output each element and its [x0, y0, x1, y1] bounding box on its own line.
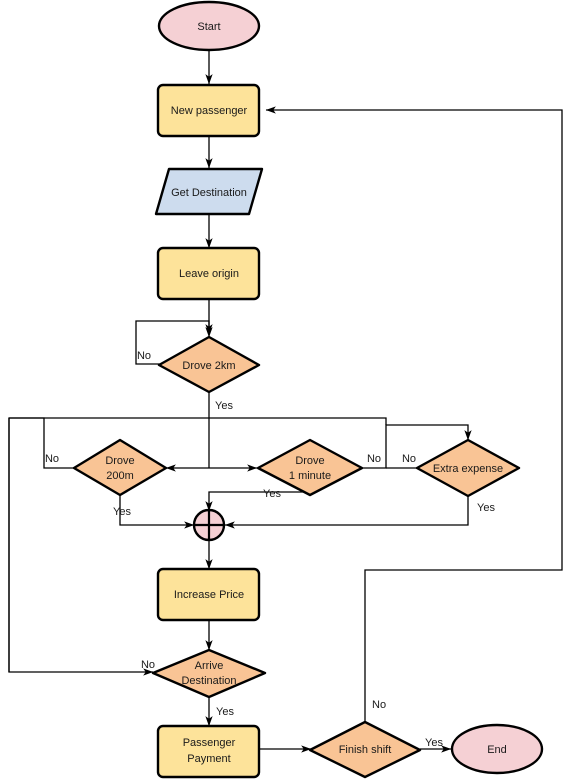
node-merge-junction[interactable] [192, 508, 226, 542]
new-passenger-label: New passenger [171, 105, 248, 117]
passenger-payment-shape [156, 724, 261, 779]
arrive-destination-label-line1: Arrive [195, 660, 224, 672]
leave-origin-label: Leave origin [179, 268, 239, 280]
edge-upper-bus [44, 417, 387, 425]
label-drove-200m-yes: Yes [113, 506, 131, 518]
get-destination-label: Get Destination [171, 187, 247, 199]
node-new-passenger[interactable]: New passenger [156, 83, 261, 138]
drove-2km-label: Drove 2km [182, 360, 235, 372]
label-arrive-destination-yes: Yes [216, 706, 234, 718]
node-get-destination[interactable]: Get Destination [154, 167, 264, 216]
passenger-payment-label-line1: Passenger [183, 737, 236, 749]
label-arrive-destination-no: No [141, 659, 155, 671]
label-extra-expense-yes: Yes [477, 502, 495, 514]
node-arrive-destination[interactable]: Arrive Destination [151, 648, 267, 699]
node-drove-1-minute[interactable]: Drove 1 minute [256, 438, 364, 497]
node-end[interactable]: End [450, 723, 544, 775]
finish-shift-label: Finish shift [339, 744, 392, 756]
extra-expense-label: Extra expense [433, 463, 503, 475]
connectors [8, 50, 563, 753]
node-passenger-payment[interactable]: Passenger Payment [156, 724, 261, 779]
start-label: Start [197, 21, 220, 33]
node-finish-shift[interactable]: Finish shift [308, 720, 422, 779]
flowchart-svg: Start New passenger Get Destination Leav… [8, 0, 563, 779]
drove-200m-label-line1: Drove [105, 455, 134, 467]
edge-finish-shift-no-to-new-passenger [265, 106, 563, 722]
arrive-destination-shape [151, 648, 267, 699]
node-drove-2km[interactable]: Drove 2km [157, 335, 261, 394]
label-drove-2km-no: No [137, 350, 151, 362]
label-drove-1-minute-yes: Yes [263, 488, 281, 500]
edge-extra-expense-yes-to-merge [224, 496, 469, 529]
drove-200m-shape [72, 438, 168, 497]
edge-labels: No Yes No Yes No Yes No Yes No Yes No Ye… [45, 350, 495, 749]
edge-drove-200m-yes-to-merge [119, 492, 195, 529]
label-drove-200m-no: No [45, 453, 59, 465]
arrive-destination-label-line2: Destination [181, 675, 236, 687]
label-drove-1-minute-no: No [367, 453, 381, 465]
node-extra-expense[interactable]: Extra expense [415, 438, 521, 498]
increase-price-label: Increase Price [174, 589, 244, 601]
flowchart-canvas: Start New passenger Get Destination Leav… [0, 0, 572, 780]
drove-1-minute-shape [256, 438, 364, 497]
label-finish-shift-yes: Yes [425, 737, 443, 749]
label-extra-expense-no: No [402, 453, 416, 465]
label-finish-shift-no: No [372, 699, 386, 711]
node-increase-price[interactable]: Increase Price [156, 567, 261, 622]
node-start[interactable]: Start [157, 0, 261, 52]
passenger-payment-label-line2: Payment [187, 753, 230, 765]
drove-200m-label-line2: 200m [106, 470, 134, 482]
end-label: End [487, 744, 507, 756]
label-drove-2km-yes: Yes [215, 400, 233, 412]
drove-1-minute-label-line2: 1 minute [289, 470, 331, 482]
edge-drove-1-minute-yes-to-merge [205, 491, 310, 512]
node-drove-200m[interactable]: Drove 200m [72, 438, 168, 497]
node-leave-origin[interactable]: Leave origin [156, 246, 261, 301]
drove-1-minute-label-line1: Drove [295, 455, 324, 467]
